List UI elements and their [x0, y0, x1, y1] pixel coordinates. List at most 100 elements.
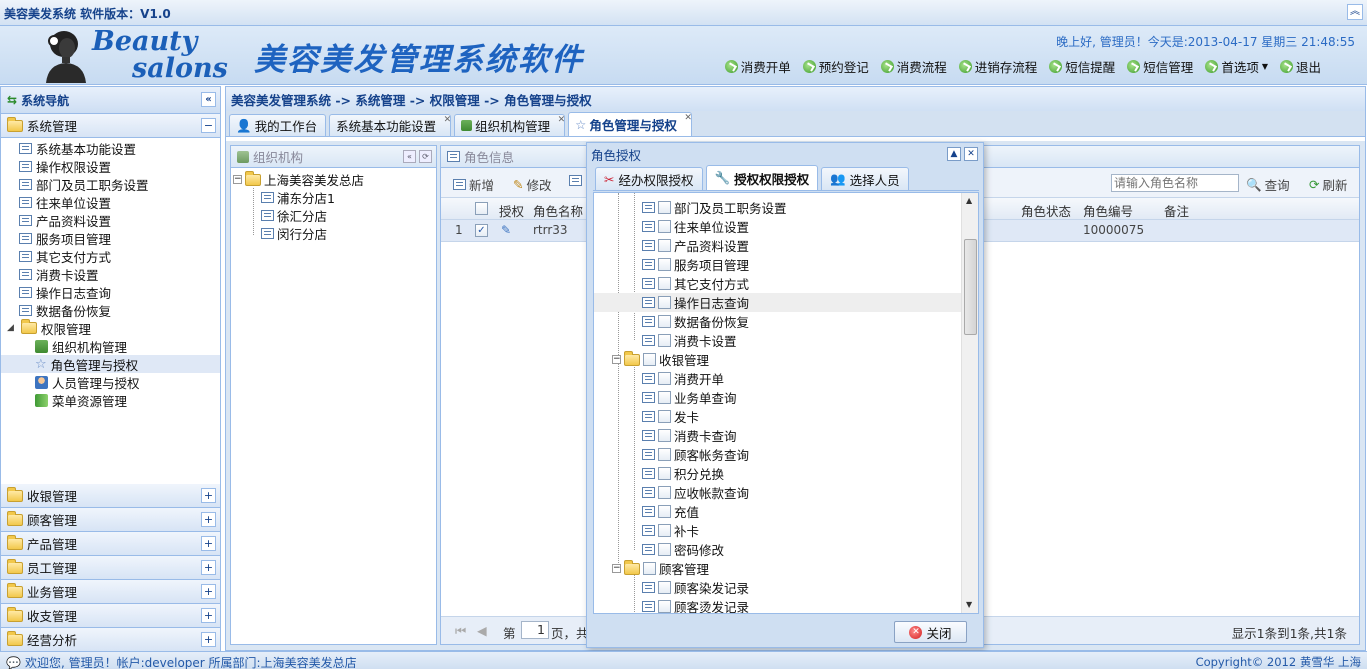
expand-section-button[interactable]: +	[201, 560, 216, 575]
section-header-product[interactable]: 产品管理 +	[1, 532, 220, 556]
node-checkbox[interactable]	[658, 581, 671, 594]
close-tab-icon[interactable]: ✕	[684, 113, 692, 123]
node-checkbox[interactable]	[658, 600, 671, 613]
expand-section-button[interactable]: +	[201, 632, 216, 647]
role-search-input[interactable]	[1111, 174, 1239, 192]
node-checkbox[interactable]	[658, 201, 671, 214]
tree-node[interactable]: 应收帐款查询	[642, 483, 749, 502]
node-checkbox[interactable]	[658, 448, 671, 461]
sidebar-item[interactable]: 服务项目管理	[1, 229, 220, 247]
org-child-node[interactable]: 闵行分店	[261, 224, 327, 243]
expand-section-button[interactable]: +	[201, 584, 216, 599]
sidebar-item[interactable]: 往来单位设置	[1, 193, 220, 211]
collapse-section-button[interactable]: −	[201, 118, 216, 133]
tab-handle-permission[interactable]: ✂ 经办权限授权	[595, 167, 703, 190]
maximize-icon[interactable]: ▲	[947, 147, 961, 161]
close-button[interactable]: ✕ 关闭	[894, 621, 967, 643]
tree-node[interactable]: 数据备份恢复	[642, 312, 749, 331]
nav-consume-flow[interactable]: 消费流程	[880, 57, 947, 76]
close-icon[interactable]: ✕	[964, 147, 978, 161]
section-header-staff[interactable]: 员工管理 +	[1, 556, 220, 580]
tree-node[interactable]: 发卡	[642, 407, 699, 426]
edit-button[interactable]: ✎ 修改	[513, 175, 552, 194]
section-header-business[interactable]: 业务管理 +	[1, 580, 220, 604]
tree-node[interactable]: 消费开单	[642, 369, 724, 388]
sidebar-item-user[interactable]: 人员管理与授权	[1, 373, 220, 391]
section-header-analysis[interactable]: 经营分析 +	[1, 628, 220, 652]
node-checkbox[interactable]	[658, 315, 671, 328]
sidebar-item[interactable]: 产品资料设置	[1, 211, 220, 229]
col-header[interactable]: 授权	[499, 201, 524, 220]
collapse-sidebar-button[interactable]: «	[201, 92, 216, 107]
tree-node[interactable]: 产品资料设置	[642, 236, 749, 255]
sidebar-item[interactable]: 消费卡设置	[1, 265, 220, 283]
tree-node[interactable]: 部门及员工职务设置	[642, 198, 787, 217]
row-checkbox[interactable]: ✓	[475, 224, 488, 237]
node-checkbox[interactable]	[643, 353, 656, 366]
section-header-cashier[interactable]: 收银管理 +	[1, 484, 220, 508]
tree-node[interactable]: 密码修改	[642, 540, 724, 559]
collapse-header-button[interactable]: ︽	[1347, 4, 1363, 20]
org-child-node[interactable]: 徐汇分店	[261, 206, 327, 225]
tree-group-node[interactable]: − 收银管理	[612, 350, 709, 369]
expand-section-button[interactable]: +	[201, 488, 216, 503]
select-all-checkbox[interactable]	[475, 202, 488, 215]
section-header-system[interactable]: 系统管理 −	[1, 114, 220, 138]
sidebar-item[interactable]: 操作权限设置	[1, 157, 220, 175]
tree-group-node[interactable]: − 顾客管理	[612, 559, 709, 578]
expand-section-button[interactable]: +	[201, 512, 216, 527]
delete-button[interactable]	[569, 175, 582, 186]
tree-node[interactable]: 消费卡查询	[642, 426, 737, 445]
pencil-icon[interactable]: ✎	[501, 223, 511, 237]
expand-section-button[interactable]: +	[201, 536, 216, 551]
refresh-button[interactable]: ⟳ 刷新	[1309, 175, 1348, 194]
nav-sms-manage[interactable]: 短信管理	[1127, 57, 1193, 76]
node-checkbox[interactable]	[658, 239, 671, 252]
sidebar-item[interactable]: 操作日志查询	[1, 283, 220, 301]
tree-node[interactable]: 顾客帐务查询	[642, 445, 749, 464]
node-checkbox[interactable]	[643, 562, 656, 575]
node-checkbox[interactable]	[658, 505, 671, 518]
search-button[interactable]: 🔍 查询	[1246, 175, 1290, 194]
sidebar-item[interactable]: 数据备份恢复	[1, 301, 220, 319]
scroll-thumb[interactable]	[964, 239, 977, 335]
close-tab-icon[interactable]: ✕	[444, 115, 452, 125]
node-checkbox[interactable]	[658, 391, 671, 404]
tree-node[interactable]: 顾客染发记录	[642, 578, 749, 597]
node-checkbox[interactable]	[658, 220, 671, 233]
tree-node[interactable]: 业务单查询	[642, 388, 737, 407]
tree-scrollbar[interactable]: ▲ ▼	[961, 193, 978, 613]
node-checkbox[interactable]	[658, 334, 671, 347]
sidebar-folder-permission[interactable]: ◢ 权限管理	[1, 319, 220, 337]
tree-node[interactable]: 服务项目管理	[642, 255, 749, 274]
tree-node[interactable]: 操作日志查询	[642, 293, 749, 312]
nav-sms-reminder[interactable]: 短信提醒	[1049, 57, 1115, 76]
node-checkbox[interactable]	[658, 258, 671, 271]
node-checkbox[interactable]	[658, 524, 671, 537]
nav-appointment[interactable]: 预约登记	[802, 57, 869, 76]
sidebar-item[interactable]: 部门及员工职务设置	[1, 175, 220, 193]
tab-grant-permission[interactable]: 🔧 授权权限授权	[705, 165, 819, 190]
tab-basic-settings[interactable]: 系统基本功能设置 ✕	[329, 114, 452, 136]
node-checkbox[interactable]	[658, 429, 671, 442]
node-checkbox[interactable]	[658, 372, 671, 385]
node-checkbox[interactable]	[658, 410, 671, 423]
node-checkbox[interactable]	[658, 486, 671, 499]
refresh-icon[interactable]: ⟳	[419, 150, 432, 163]
scroll-down-icon[interactable]: ▼	[966, 600, 972, 609]
first-page-icon[interactable]: ⏮	[455, 623, 466, 639]
org-child-node[interactable]: 浦东分店1	[261, 188, 335, 207]
expand-section-button[interactable]: +	[201, 608, 216, 623]
tree-node[interactable]: 往来单位设置	[642, 217, 749, 236]
sidebar-item[interactable]: 系统基本功能设置	[1, 139, 220, 157]
nav-preferences[interactable]: 首选项 ▼	[1205, 57, 1268, 76]
sidebar-item-org[interactable]: 组织机构管理	[1, 337, 220, 355]
node-checkbox[interactable]	[658, 277, 671, 290]
tree-node[interactable]: 顾客烫发记录	[642, 597, 749, 613]
scroll-up-icon[interactable]: ▲	[966, 196, 972, 205]
col-header[interactable]: 角色状态	[1021, 201, 1071, 220]
node-checkbox[interactable]	[658, 543, 671, 556]
add-button[interactable]: 新增	[453, 175, 494, 194]
org-root-node[interactable]: − 上海美容美发总店	[233, 170, 364, 189]
tab-role-auth[interactable]: ☆ 角色管理与授权 ✕	[568, 112, 692, 136]
